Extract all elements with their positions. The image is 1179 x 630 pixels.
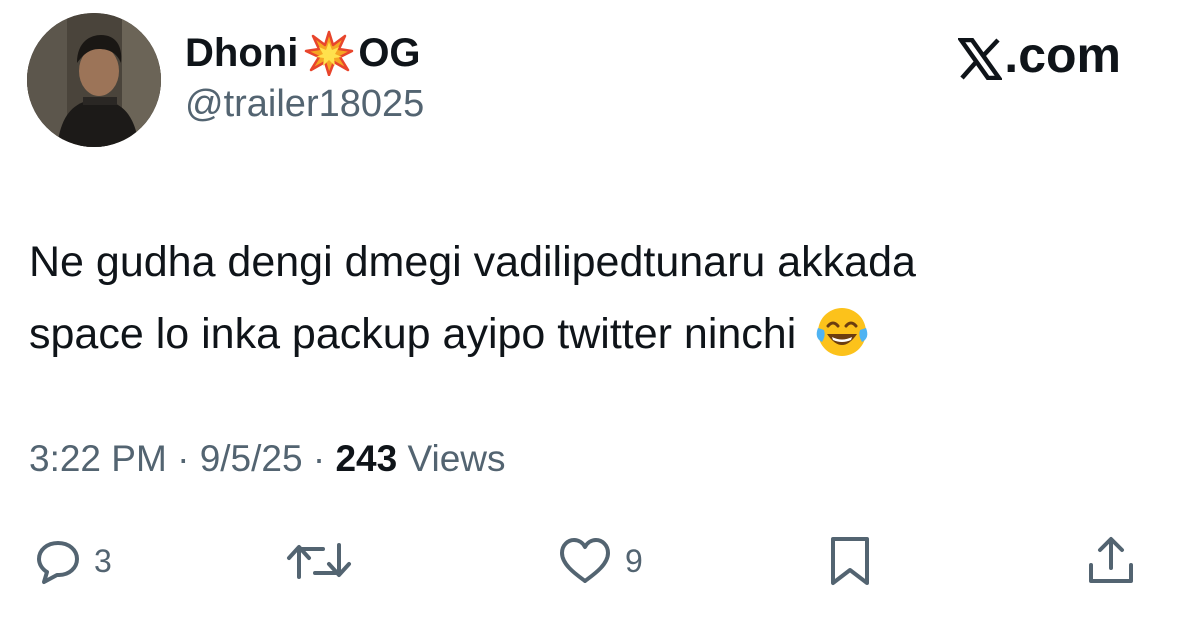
views-count: 243: [335, 438, 398, 479]
tweet-date[interactable]: 9/5/25: [200, 438, 303, 479]
tweet-line-1: Ne gudha dengi dmegi vadilipedtunaru akk…: [29, 238, 916, 286]
display-name-part1: Dhoni: [185, 30, 299, 75]
brand-text: .com: [1004, 27, 1121, 83]
bookmark-button[interactable]: [826, 535, 874, 587]
display-name[interactable]: Dhoni OG: [185, 30, 421, 77]
share-button[interactable]: [1085, 535, 1137, 587]
meta-separator: ·: [166, 438, 200, 479]
views-label: Views: [397, 438, 506, 479]
profile-photo: [27, 13, 161, 147]
heart-icon: [560, 538, 610, 583]
meta-separator: ·: [302, 438, 336, 479]
retweet-button[interactable]: [285, 535, 353, 587]
tweet-meta: 3:22 PM · 9/5/25 · 243 Views: [29, 438, 506, 480]
reply-icon: [37, 541, 79, 584]
tweet-text: Ne gudha dengi dmegi vadilipedtunaru akk…: [29, 226, 1149, 370]
collision-emoji-icon: [304, 30, 354, 77]
avatar[interactable]: [27, 13, 161, 147]
tweet-time[interactable]: 3:22 PM: [29, 438, 167, 479]
share-icon: [1089, 537, 1133, 583]
display-name-part2: OG: [358, 30, 421, 75]
reply-count: 3: [94, 542, 112, 579]
like-button[interactable]: 9: [557, 535, 643, 587]
bookmark-icon: [831, 537, 869, 585]
like-count: 9: [625, 542, 643, 579]
brand-logo: .com: [956, 27, 1121, 83]
reply-button[interactable]: 3: [34, 535, 112, 587]
retweet-icon: [287, 543, 351, 579]
user-handle[interactable]: @trailer18025: [185, 83, 424, 126]
x-logo-icon: [956, 34, 1004, 81]
tweet-line-2: space lo inka packup ayipo twitter ninch…: [29, 298, 1149, 370]
tweet-line-2-text: space lo inka packup ayipo twitter ninch…: [29, 310, 797, 358]
face-with-tears-of-joy-icon: [814, 304, 870, 360]
